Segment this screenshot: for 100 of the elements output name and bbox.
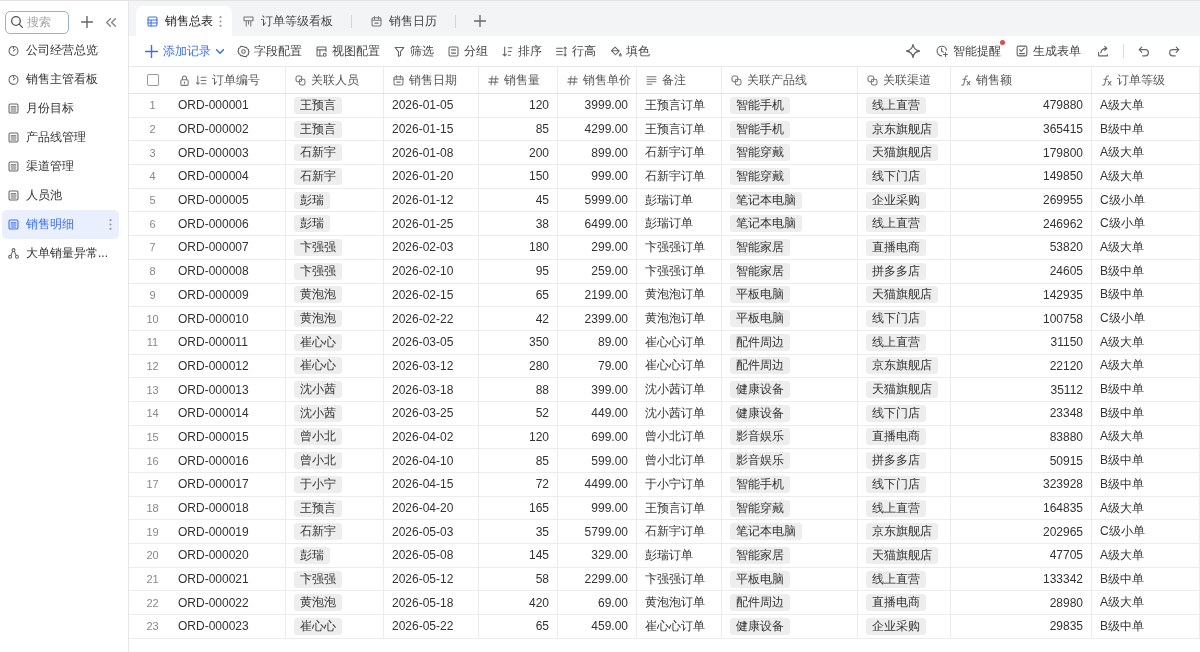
table-cell: B级中单 — [1092, 401, 1200, 425]
row-number: 11 — [145, 335, 160, 351]
table-cell: ORD-000018 — [170, 496, 286, 520]
record-tag: 线上直营 — [866, 96, 926, 114]
table-cell: 79.00 — [558, 354, 637, 378]
toolbar-button[interactable]: 视图配置 — [315, 41, 380, 61]
sidebar-item[interactable]: 销售主管看板 — [2, 65, 119, 94]
search-field[interactable]: 搜索 — [5, 10, 69, 34]
column-header[interactable]: 销售单价 — [558, 67, 637, 93]
row-number: 22 — [145, 595, 160, 611]
row-number: 14 — [145, 406, 160, 422]
table-cell: ORD-000001 — [170, 94, 286, 117]
row-number: 3 — [148, 145, 157, 161]
table-cell: 黄泡泡订单 — [637, 283, 722, 307]
add-record-button[interactable]: 添加记录 — [145, 41, 224, 61]
table-cell: 179800 — [951, 141, 1092, 165]
table-cell: 2026-03-18 — [384, 378, 479, 401]
table-cell: ORD-000002 — [170, 117, 286, 141]
table-cell: 599.00 — [558, 449, 637, 472]
row-number: 23 — [145, 619, 160, 635]
table-cell: 350 — [479, 330, 558, 354]
undo-button[interactable] — [1136, 43, 1152, 59]
table-cell: 2026-03-25 — [384, 401, 479, 425]
record-tag: 曾小北 — [294, 452, 342, 470]
sidebar-item[interactable]: 渠道管理 — [2, 152, 119, 181]
table-cell: 曾小北订单 — [637, 425, 722, 449]
column-header[interactable]: 关联产品线 — [722, 67, 858, 93]
share-button[interactable] — [1095, 43, 1111, 59]
view-tab[interactable]: 订单等级看板 — [232, 6, 343, 36]
column-header[interactable]: 备注 — [637, 67, 722, 93]
more-icon[interactable] — [219, 15, 222, 27]
table-cell: A级大单 — [1092, 141, 1200, 165]
function-icon — [1100, 73, 1113, 87]
layout-gear-icon — [315, 44, 328, 58]
gear-icon — [237, 44, 250, 58]
table-cell: ORD-000009 — [170, 283, 286, 307]
column-header[interactable]: 关联渠道 — [858, 67, 951, 93]
sheet-icon — [7, 131, 20, 144]
table-cell: 4299.00 — [558, 117, 637, 141]
column-header[interactable]: 销售额 — [951, 67, 1092, 93]
table-cell: 彭瑞订单 — [637, 188, 722, 212]
table-cell: 449.00 — [558, 401, 637, 425]
record-tag: 卞强强 — [294, 238, 342, 256]
table-cell: 2026-01-08 — [384, 141, 479, 165]
record-tag: 线上直营 — [866, 215, 926, 233]
record-tag: 健康设备 — [730, 617, 790, 635]
table-cell: A级大单 — [1092, 236, 1200, 259]
add-button[interactable] — [79, 14, 95, 30]
toolbar-button[interactable]: 行高 — [555, 41, 596, 61]
table-cell: 38 — [479, 212, 558, 236]
record-tag: 直播电商 — [866, 594, 926, 612]
select-all-checkbox[interactable] — [146, 74, 159, 86]
table-cell: ORD-000013 — [170, 378, 286, 401]
ai-assistant-button[interactable] — [905, 43, 921, 59]
sidebar-item[interactable]: 产品线管理 — [2, 123, 119, 152]
table-cell: 365415 — [951, 117, 1092, 141]
record-tag: 石新宇 — [294, 523, 342, 541]
row-number: 1 — [148, 98, 157, 114]
column-header[interactable]: 销售日期 — [384, 67, 479, 93]
toolbar-button[interactable]: 字段配置 — [237, 41, 302, 61]
sidebar-item[interactable]: 大单销量异常... — [2, 239, 119, 268]
table-cell: 卞强强订单 — [637, 236, 722, 259]
arrow-list-icon — [195, 73, 208, 87]
collapse-sidebar-button[interactable] — [104, 15, 118, 29]
sidebar-item[interactable]: 月份目标 — [2, 94, 119, 123]
table-cell: 2026-01-05 — [384, 94, 479, 117]
record-tag: 崔心心 — [294, 333, 342, 351]
toolbar-button[interactable]: 排序 — [501, 41, 542, 61]
column-header[interactable]: 订单编号 — [170, 67, 286, 93]
add-tab-button[interactable] — [472, 13, 488, 29]
table-cell: 卞强强订单 — [637, 567, 722, 591]
record-tag: 于小宁 — [294, 475, 342, 493]
gauge-icon — [7, 44, 20, 57]
toolbar-button[interactable]: 智能提醒 — [935, 41, 1001, 61]
more-icon[interactable] — [109, 219, 112, 230]
toolbar-button[interactable]: 填色 — [609, 41, 650, 61]
table-cell: 2026-02-15 — [384, 283, 479, 307]
table-cell: 6499.00 — [558, 212, 637, 236]
table-cell: 2026-03-05 — [384, 330, 479, 354]
toolbar-button[interactable]: 生成表单 — [1015, 41, 1081, 61]
record-tag: 智能穿戴 — [730, 499, 790, 517]
view-tab[interactable]: 销售日历 — [360, 6, 447, 36]
record-tag: 天猫旗舰店 — [866, 286, 938, 304]
toolbar-button[interactable]: 筛选 — [393, 41, 434, 61]
record-tag: 智能家居 — [730, 546, 790, 564]
sparkle-icon — [906, 44, 920, 58]
column-header[interactable]: 关联人员 — [286, 67, 384, 93]
sidebar-item[interactable]: 人员池 — [2, 181, 119, 210]
sidebar-item[interactable]: 销售明细 — [2, 210, 119, 239]
record-tag: 配件周边 — [730, 594, 790, 612]
column-header[interactable]: 销售量 — [479, 67, 558, 93]
record-tag: 石新宇 — [294, 167, 342, 185]
toolbar-button[interactable]: 分组 — [447, 41, 488, 61]
record-tag: 拼多多店 — [866, 262, 926, 280]
sidebar-item[interactable]: 公司经营总览 — [2, 36, 119, 65]
column-header[interactable]: 订单等级 — [1092, 67, 1200, 93]
table-cell: 王预言订单 — [637, 94, 722, 117]
view-tab[interactable]: 销售总表 — [136, 6, 232, 36]
table-cell: 5799.00 — [558, 520, 637, 544]
redo-button[interactable] — [1166, 43, 1182, 59]
